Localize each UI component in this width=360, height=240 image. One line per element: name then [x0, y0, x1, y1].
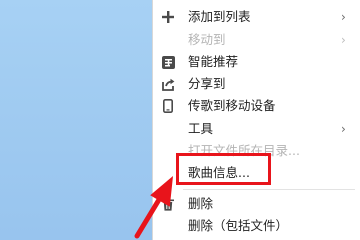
menu-item-smart-recommend[interactable]: 智能推荐: [153, 52, 360, 74]
menu-item-label: 删除: [188, 196, 214, 211]
menu-item-delete[interactable]: 删除: [153, 194, 360, 216]
share-icon: [161, 76, 175, 92]
context-menu: 添加到列表 › 移动到 › 智能推荐 分享到 传歌到移动设备 工具 › 打开文件…: [152, 0, 360, 240]
menu-item-label: 智能推荐: [188, 54, 239, 69]
menu-item-move-to[interactable]: 移动到 ›: [153, 30, 360, 52]
menu-item-label: 分享到: [188, 76, 226, 91]
plus-icon: [161, 9, 175, 25]
menu-item-tools[interactable]: 工具 ›: [153, 119, 360, 141]
submenu-arrow-icon: ›: [341, 33, 346, 47]
submenu-arrow-icon: ›: [341, 122, 346, 136]
menu-item-label: 删除（包括文件）: [188, 218, 289, 233]
screen: 添加到列表 › 移动到 › 智能推荐 分享到 传歌到移动设备 工具 › 打开文件…: [0, 0, 360, 240]
menu-separator: [183, 189, 355, 190]
recommend-icon: [161, 54, 175, 70]
menu-item-delete-with-files[interactable]: 删除（包括文件）: [153, 216, 360, 238]
menu-item-transfer-to-device[interactable]: 传歌到移动设备: [153, 96, 360, 118]
menu-item-add-to-list[interactable]: 添加到列表 ›: [153, 7, 360, 29]
annotation-arrow-icon: [134, 176, 173, 239]
submenu-arrow-icon: ›: [341, 10, 346, 24]
phone-icon: [161, 98, 175, 114]
annotation-highlight-box: [176, 153, 271, 185]
menu-item-label: 工具: [188, 121, 214, 136]
menu-item-share[interactable]: 分享到: [153, 74, 360, 96]
menu-item-label: 移动到: [188, 32, 226, 47]
menu-item-label: 传歌到移动设备: [188, 98, 276, 113]
menu-item-label: 添加到列表: [188, 9, 251, 24]
